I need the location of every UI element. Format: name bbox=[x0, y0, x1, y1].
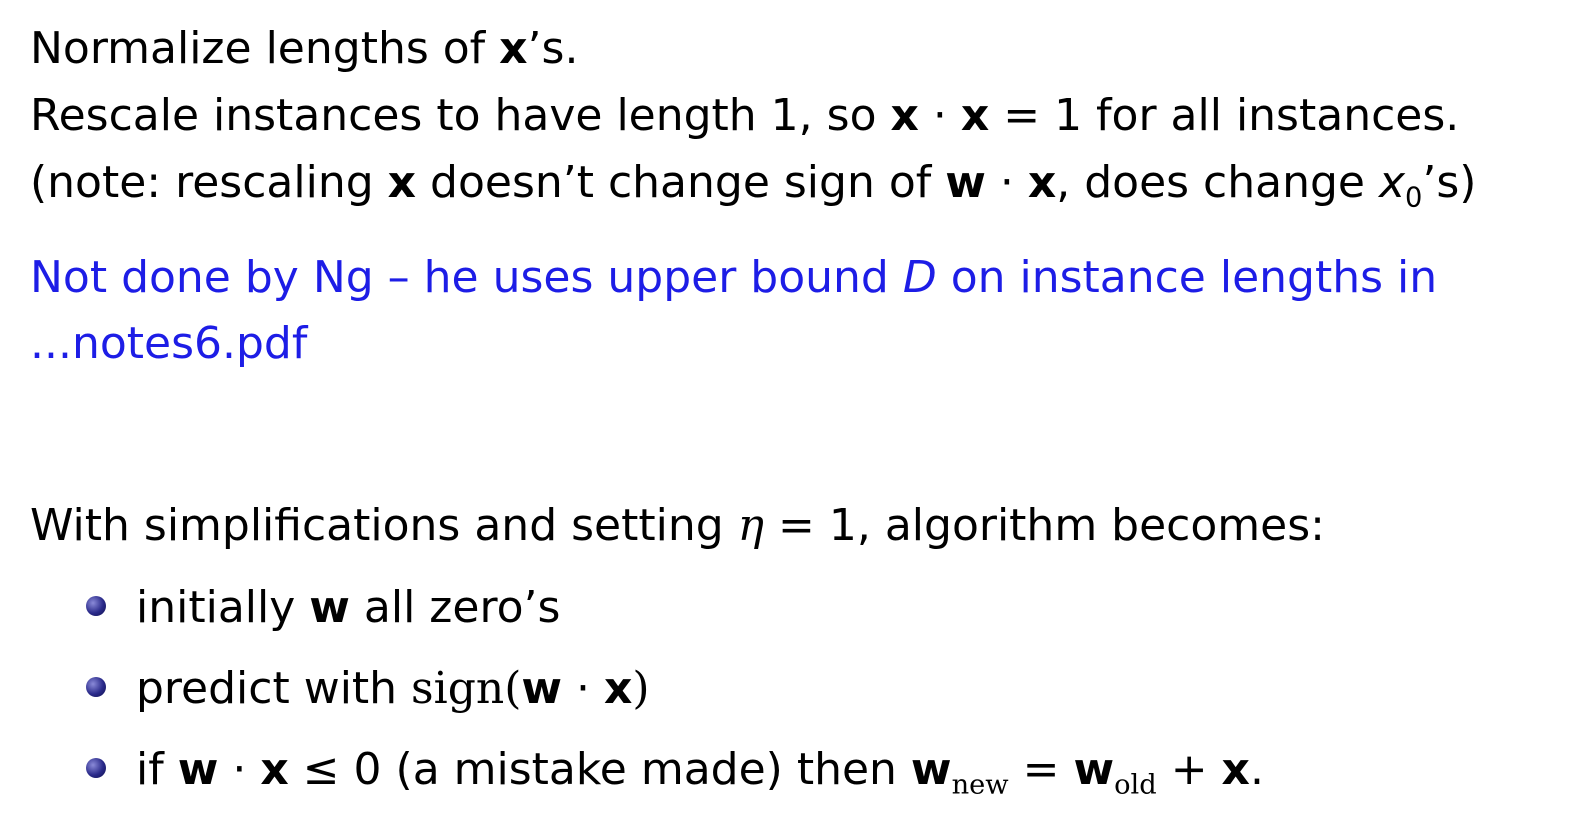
vector-w: w bbox=[910, 744, 952, 795]
sign-function: sign bbox=[411, 663, 505, 714]
dot-operator: · bbox=[918, 90, 961, 141]
subscript-new: new bbox=[951, 769, 1009, 801]
text: ≤ 0 (a mistake made) then bbox=[288, 744, 911, 795]
vector-w: w bbox=[945, 157, 986, 208]
vector-x: x bbox=[604, 663, 633, 714]
vector-w: w bbox=[177, 744, 219, 795]
notes-link-text: ...notes6.pdf bbox=[30, 318, 308, 369]
bullet-item-init: initially w all zero’s bbox=[86, 582, 560, 634]
text: all zero’s bbox=[349, 582, 561, 633]
text: on instance lengths in bbox=[936, 252, 1438, 303]
paren-close: ) bbox=[632, 663, 650, 714]
dot-operator: · bbox=[218, 744, 261, 795]
text: , does change bbox=[1056, 157, 1379, 208]
bullet-item-update: if w · x ≤ 0 (a mistake made) then wnew … bbox=[86, 744, 1264, 799]
vector-x: x bbox=[260, 744, 289, 795]
subscript-old: old bbox=[1114, 769, 1157, 801]
var-x: x bbox=[1378, 157, 1406, 208]
subscript: 0 bbox=[1405, 182, 1423, 214]
bullet-item-predict: predict with sign(w · x) bbox=[86, 663, 650, 715]
text: initially bbox=[136, 582, 310, 633]
bullet-icon bbox=[86, 677, 106, 697]
vector-w: w bbox=[521, 663, 563, 714]
text: = 1 for all instances. bbox=[989, 90, 1460, 141]
text: . bbox=[1249, 744, 1264, 795]
vector-x: x bbox=[960, 90, 990, 141]
text: ’s. bbox=[527, 23, 579, 74]
plus: + bbox=[1156, 744, 1222, 795]
vector-x: x bbox=[1221, 744, 1250, 795]
vector-x: x bbox=[387, 157, 417, 208]
dot-operator: · bbox=[985, 157, 1028, 208]
text: With simplifications and setting bbox=[30, 500, 738, 551]
line-note: (note: rescaling x doesn’t change sign o… bbox=[30, 157, 1562, 212]
vector-x: x bbox=[1027, 157, 1057, 208]
equals: = bbox=[1008, 744, 1074, 795]
note-ng-line1: Not done by Ng – he uses upper bound D o… bbox=[30, 252, 1562, 304]
vector-w: w bbox=[309, 582, 350, 633]
text: (note: rescaling bbox=[30, 157, 388, 208]
vector-x: x bbox=[890, 90, 919, 141]
line-rescale: Rescale instances to have length 1, so x… bbox=[30, 90, 1562, 142]
line-normalize: Normalize lengths of x’s. bbox=[30, 23, 1562, 75]
vector-x: x bbox=[499, 23, 528, 74]
text: ’s) bbox=[1422, 157, 1477, 208]
text: doesn’t change sign of bbox=[416, 157, 946, 208]
line-simplifications: With simplifications and setting η = 1, … bbox=[30, 500, 1562, 552]
text: Normalize lengths of bbox=[30, 23, 500, 74]
text: if bbox=[136, 744, 178, 795]
text: = 1, algorithm becomes: bbox=[764, 500, 1325, 551]
dot-operator: · bbox=[562, 663, 604, 714]
bullet-icon bbox=[86, 758, 106, 778]
text: Rescale instances to have length 1, so bbox=[30, 90, 891, 141]
bullet-icon bbox=[86, 596, 106, 616]
text: predict with bbox=[136, 663, 412, 714]
var-D: D bbox=[902, 252, 937, 303]
text: Not done by Ng – he uses upper bound bbox=[30, 252, 903, 303]
paren-open: ( bbox=[504, 663, 522, 714]
note-ng-line2: ...notes6.pdf bbox=[30, 318, 1562, 370]
eta-symbol: η bbox=[737, 500, 765, 551]
vector-w: w bbox=[1073, 744, 1115, 795]
